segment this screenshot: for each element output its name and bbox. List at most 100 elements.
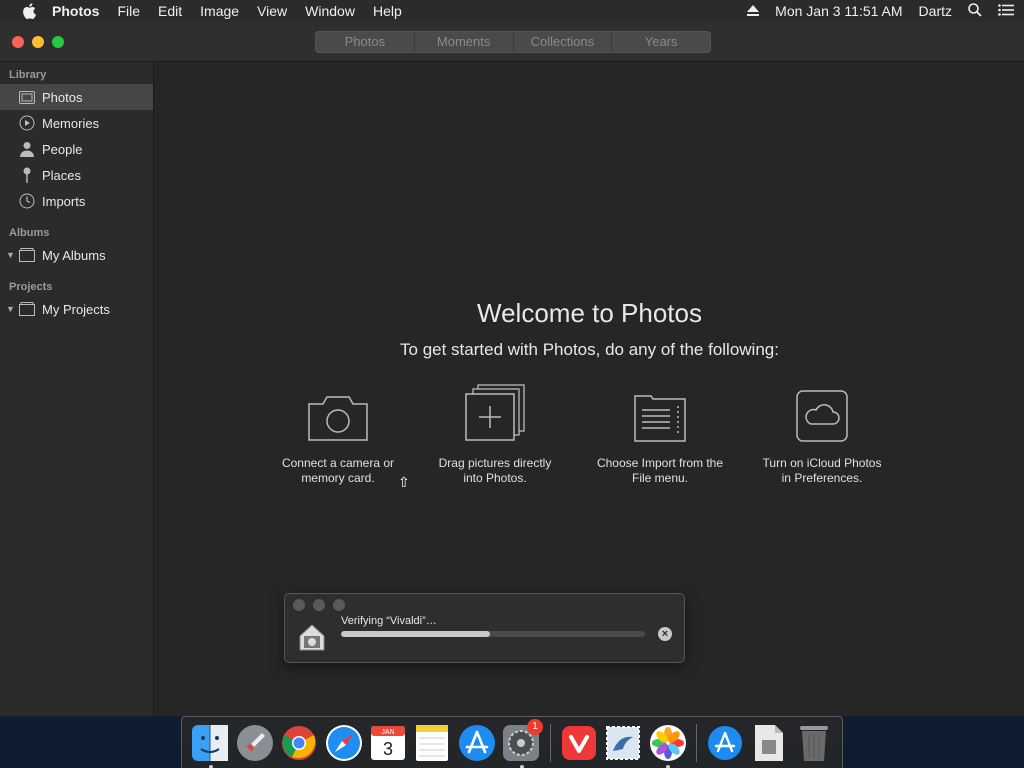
menu-bar: Photos File Edit Image View Window Help … xyxy=(0,0,1024,22)
dock-mail[interactable] xyxy=(603,723,642,763)
app-store-folder-icon xyxy=(708,725,742,760)
dialog-close-button[interactable] xyxy=(293,599,305,611)
disclosure-triangle-icon[interactable]: ▼ xyxy=(6,304,18,314)
dock-chrome[interactable] xyxy=(279,723,318,763)
dock-finder[interactable] xyxy=(191,723,230,768)
notification-center-icon[interactable] xyxy=(998,3,1014,19)
photos-icon xyxy=(18,88,36,106)
people-icon xyxy=(18,140,36,158)
menu-edit[interactable]: Edit xyxy=(158,3,182,19)
tab-moments[interactable]: Moments xyxy=(415,32,514,52)
sidebar-item-label: Imports xyxy=(42,193,86,209)
vivaldi-icon xyxy=(561,725,596,760)
dock-safari[interactable] xyxy=(324,723,363,763)
option-icloud-photos: Turn on iCloud Photos in Preferences. xyxy=(747,382,897,486)
dock-separator xyxy=(549,723,551,762)
sidebar-item-people[interactable]: People xyxy=(0,136,153,162)
chrome-icon xyxy=(282,725,317,760)
zoom-button[interactable] xyxy=(52,36,64,48)
option-text-line2: into Photos. xyxy=(463,471,527,485)
dock: JAN 3 1 xyxy=(181,716,843,768)
verifying-progress-dialog: Verifying “Vivaldi”… × xyxy=(284,593,685,663)
menu-image[interactable]: Image xyxy=(200,3,239,19)
imports-clock-icon xyxy=(18,192,36,210)
dialog-zoom-button[interactable] xyxy=(333,599,345,611)
icloud-icon xyxy=(747,382,897,442)
option-text-line2: in Preferences. xyxy=(781,471,863,485)
option-text-line1: Drag pictures directly xyxy=(438,456,552,470)
dock-notes[interactable] xyxy=(413,723,452,763)
eject-icon[interactable] xyxy=(747,3,760,19)
dock-launchpad[interactable] xyxy=(235,723,274,763)
sidebar-item-label: My Albums xyxy=(42,247,106,263)
import-list-icon xyxy=(585,382,735,442)
running-indicator xyxy=(665,764,670,768)
option-text-line2: memory card. xyxy=(301,471,375,485)
sidebar-item-photos[interactable]: Photos xyxy=(0,84,153,110)
dialog-window-controls xyxy=(293,599,353,611)
sidebar-item-label: Photos xyxy=(42,89,83,105)
installer-house-icon xyxy=(297,622,327,652)
menu-window[interactable]: Window xyxy=(305,3,355,19)
sidebar-item-label: Memories xyxy=(42,115,100,131)
apple-menu-icon[interactable] xyxy=(20,2,38,20)
calendar-day: 3 xyxy=(383,739,393,759)
folder-icon xyxy=(18,246,36,264)
photos-flower-icon xyxy=(649,724,686,761)
dock-vivaldi[interactable] xyxy=(559,723,598,763)
sidebar-item-memories[interactable]: Memories xyxy=(0,110,153,136)
dock-system-preferences[interactable]: 1 xyxy=(502,718,543,768)
dock-document[interactable] xyxy=(750,723,789,763)
finder-icon xyxy=(192,724,229,761)
close-button[interactable] xyxy=(12,36,24,48)
menu-help[interactable]: Help xyxy=(373,3,402,19)
places-pin-icon xyxy=(18,166,36,184)
minimize-button[interactable] xyxy=(32,36,44,48)
running-indicator xyxy=(519,764,524,768)
window-titlebar: Photos Moments Collections Years xyxy=(0,22,1024,62)
launchpad-rocket-icon xyxy=(236,724,273,761)
tab-collections[interactable]: Collections xyxy=(514,32,613,52)
add-stack-icon xyxy=(420,382,570,442)
menu-file[interactable]: File xyxy=(117,3,140,19)
menu-clock[interactable]: Mon Jan 3 11:51 AM xyxy=(775,3,902,19)
sidebar-item-my-albums[interactable]: ▼ My Albums xyxy=(0,242,153,268)
notification-badge: 1 xyxy=(527,718,543,735)
welcome-title: Welcome to Photos xyxy=(477,298,702,328)
tab-years[interactable]: Years xyxy=(612,32,710,52)
running-indicator xyxy=(208,764,213,768)
dock-photos[interactable] xyxy=(648,723,687,768)
menu-view[interactable]: View xyxy=(257,3,287,19)
option-connect-camera: Connect a camera or memory card. xyxy=(263,382,413,486)
option-import-file-menu: Choose Import from the File menu. xyxy=(585,382,735,486)
sidebar-section-projects: Projects xyxy=(9,281,53,293)
spotlight-search-icon[interactable] xyxy=(968,2,982,20)
dock-calendar[interactable]: JAN 3 xyxy=(368,723,407,763)
sidebar-section-library: Library xyxy=(9,69,47,81)
welcome-subtitle: To get started with Photos, do any of th… xyxy=(400,340,779,359)
camera-icon xyxy=(263,382,413,442)
progress-bar-fill xyxy=(341,631,490,637)
menu-user[interactable]: Dartz xyxy=(919,3,952,19)
tab-photos[interactable]: Photos xyxy=(316,32,415,52)
dock-app-store[interactable] xyxy=(457,723,496,763)
trash-icon xyxy=(799,725,828,761)
sidebar-item-imports[interactable]: Imports xyxy=(0,188,153,214)
option-text-line2: File menu. xyxy=(631,471,689,485)
sidebar-section-albums: Albums xyxy=(9,227,50,239)
dock-trash[interactable] xyxy=(794,723,833,763)
disclosure-triangle-icon[interactable]: ▼ xyxy=(6,250,18,260)
option-text-line1: Turn on iCloud Photos xyxy=(762,456,882,470)
window-controls xyxy=(12,36,72,48)
sidebar-item-label: My Projects xyxy=(42,301,110,317)
dock-app-store-downloads[interactable] xyxy=(705,723,744,763)
view-segmented-control: Photos Moments Collections Years xyxy=(315,31,711,53)
cancel-verify-icon[interactable]: × xyxy=(658,627,672,641)
menu-app-name[interactable]: Photos xyxy=(52,3,99,19)
progress-label: Verifying “Vivaldi”… xyxy=(341,615,437,627)
dialog-minimize-button[interactable] xyxy=(313,599,325,611)
sidebar-item-places[interactable]: Places xyxy=(0,162,153,188)
document-icon xyxy=(755,724,784,761)
sidebar-item-my-projects[interactable]: ▼ My Projects xyxy=(0,296,153,322)
sidebar-item-label: People xyxy=(42,141,83,157)
